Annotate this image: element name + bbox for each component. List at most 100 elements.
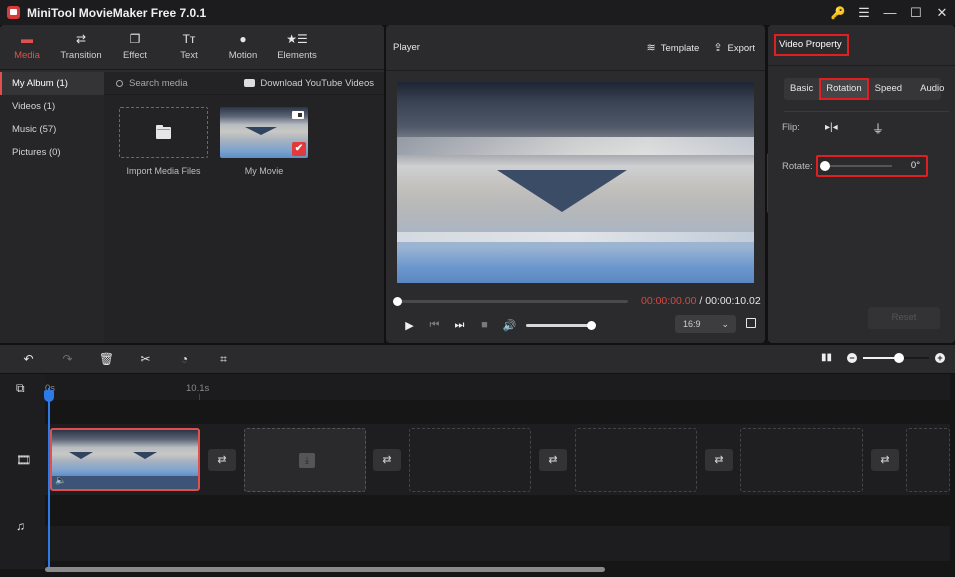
app-title: MiniTool MovieMaker Free 7.0.1 [27, 5, 207, 20]
search-input[interactable]: Search media [116, 78, 188, 89]
transition-button[interactable]: ⇄ [208, 449, 236, 471]
folder-icon: ▬ [21, 32, 33, 46]
media-item-thumbnail[interactable]: ✔ [220, 107, 308, 158]
media-item-label: My Movie [244, 166, 284, 176]
rotate-slider[interactable] [826, 165, 892, 167]
fullscreen-icon[interactable] [746, 318, 756, 328]
timeline-scrollbar[interactable] [45, 567, 605, 572]
motion-icon: ● [239, 32, 247, 46]
music-track[interactable] [45, 526, 950, 561]
play-button[interactable]: ▶ [397, 319, 422, 332]
export-button[interactable]: ⇪ Export [713, 41, 755, 54]
transition-button[interactable]: ⇄ [373, 449, 401, 471]
sidebar-item-my-album[interactable]: My Album (1) [0, 72, 104, 95]
toolbar-motion[interactable]: ● Motion [216, 31, 270, 61]
empty-clip-slot[interactable] [740, 428, 863, 492]
flip-label: Flip: [782, 122, 800, 133]
transition-button[interactable]: ⇄ [705, 449, 733, 471]
media-panel: ▬ Media ⇄ Transition ❐ Effect Tт Text ● … [0, 25, 384, 343]
volume-slider[interactable] [526, 320, 596, 330]
redo-icon[interactable]: ↷ [48, 352, 87, 366]
effect-icon: ❐ [129, 32, 141, 46]
preview-image [497, 170, 627, 212]
empty-clip-slot[interactable] [906, 428, 950, 492]
transition-button[interactable]: ⇄ [539, 449, 567, 471]
toolbar-label: Effect [122, 50, 148, 61]
volume-knob[interactable] [587, 320, 596, 330]
property-title: Video Property [774, 34, 849, 56]
clip-audio-icon[interactable]: 🔈 [55, 475, 66, 486]
layers-icon: ≋ [646, 42, 656, 54]
rotate-slider-knob[interactable] [820, 161, 830, 171]
add-track-icon[interactable]: ⧉ [16, 381, 25, 396]
delete-icon[interactable]: 🗑 [87, 352, 126, 366]
sidebar-item-pictures[interactable]: Pictures (0) [0, 141, 104, 164]
drop-media-icon: ⤓ [299, 453, 315, 468]
undo-icon[interactable]: ↶ [9, 352, 48, 366]
tab-audio[interactable]: Audio [914, 78, 950, 100]
app-logo-icon [7, 6, 20, 19]
tab-speed[interactable]: Speed [869, 78, 908, 100]
playhead-line[interactable] [48, 388, 50, 568]
player-title: Player [393, 42, 420, 53]
divider [784, 111, 949, 112]
toolbar-label: Elements [277, 50, 317, 61]
tab-basic[interactable]: Basic [784, 78, 819, 100]
toolbar-media[interactable]: ▬ Media [0, 31, 54, 61]
flip-horizontal-icon[interactable]: ▸|◂ [825, 122, 838, 133]
divider [768, 65, 955, 66]
crop-icon[interactable]: ⌗ [204, 352, 243, 367]
search-placeholder: Search media [129, 77, 188, 89]
zoom-slider[interactable] [863, 353, 929, 363]
zoom-knob[interactable] [894, 353, 905, 363]
template-button[interactable]: ≋ Template [647, 41, 700, 54]
clip-frame [116, 430, 180, 476]
time-ruler[interactable]: 0s 10.1s [45, 374, 950, 400]
zoom-out-icon[interactable]: − [847, 353, 857, 363]
selected-check-icon[interactable]: ✔ [292, 142, 306, 156]
previous-frame-button[interactable]: ⏮ [422, 319, 447, 332]
download-youtube-button[interactable]: Download YouTube Videos [244, 78, 374, 89]
zoom-in-icon[interactable]: + [935, 353, 945, 363]
toolbar-text[interactable]: Tт Text [162, 31, 216, 61]
next-frame-button[interactable]: ⏭ [447, 319, 472, 332]
minimize-icon[interactable]: — [877, 0, 903, 25]
maximize-icon[interactable]: ☐ [903, 0, 929, 25]
video-camera-icon [292, 111, 304, 119]
empty-clip-slot[interactable]: ⤓ [244, 428, 366, 492]
toolbar-label: Text [180, 50, 198, 61]
ruler-tick [199, 394, 200, 400]
key-icon[interactable]: 🔑 [825, 0, 851, 25]
transition-button[interactable]: ⇄ [871, 449, 899, 471]
tab-rotation[interactable]: Rotation [819, 78, 869, 100]
toolbar-transition[interactable]: ⇄ Transition [54, 31, 108, 61]
playback-progress-slider[interactable] [393, 297, 628, 306]
flip-vertical-icon[interactable]: ⏚ [872, 120, 884, 137]
aspect-ratio-select[interactable]: 16:9 ⌄ [675, 315, 736, 333]
speed-icon[interactable]: ◔ [165, 352, 204, 366]
empty-clip-slot[interactable] [575, 428, 697, 492]
progress-knob[interactable] [393, 297, 402, 306]
window-controls: 🔑 ☰ — ☐ ✕ [825, 0, 955, 25]
download-label: Download YouTube Videos [260, 77, 374, 89]
rotate-value[interactable]: 0° [911, 160, 920, 171]
template-label: Template [660, 43, 700, 54]
video-track-icon: 🎞 [16, 453, 32, 467]
sidebar-item-music[interactable]: Music (57) [0, 118, 104, 141]
volume-icon[interactable]: 🔊 [497, 319, 522, 332]
playhead-handle[interactable] [44, 390, 54, 402]
zoom-fit-icon[interactable]: ▮▮ [821, 352, 832, 364]
import-media-button[interactable] [119, 107, 208, 158]
close-icon[interactable]: ✕ [929, 0, 955, 25]
toolbar-effect[interactable]: ❐ Effect [108, 31, 162, 61]
reset-button[interactable]: Reset [868, 307, 940, 329]
sidebar-item-videos[interactable]: Videos (1) [0, 95, 104, 118]
split-icon[interactable]: ✂ [126, 352, 165, 366]
ruler-label: 10.1s [186, 383, 210, 394]
video-clip[interactable]: 🔈 [50, 428, 200, 491]
menu-icon[interactable]: ☰ [851, 0, 877, 25]
empty-clip-slot[interactable] [409, 428, 531, 492]
stop-button[interactable]: ■ [472, 319, 497, 331]
toolbar-elements[interactable]: ★☰ Elements [270, 31, 324, 61]
toolbar-label: Media [14, 50, 40, 61]
